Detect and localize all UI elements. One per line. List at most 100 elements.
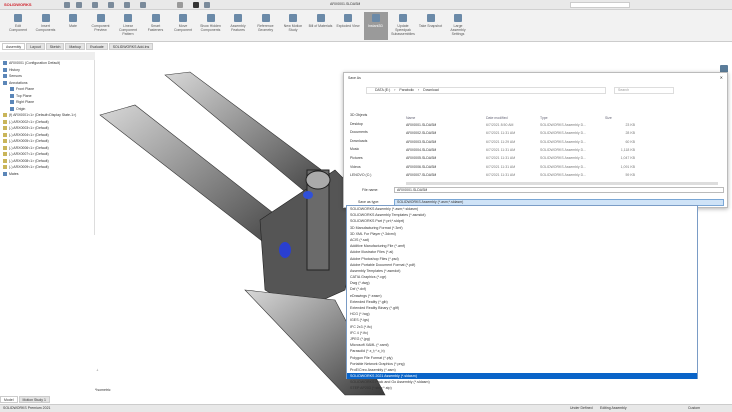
feature-manager-tabs[interactable] — [0, 52, 95, 60]
select-icon[interactable] — [177, 2, 183, 8]
column-header-type[interactable]: Type — [540, 116, 605, 120]
nav-item-documents[interactable]: Documents — [350, 130, 400, 139]
file-row[interactable]: ARX0007.SLDASM 6/7/2021 11:31 AM SOLIDWORK… — [406, 173, 635, 180]
nav-item-music[interactable]: Music — [350, 147, 400, 156]
command-instant3d[interactable]: Instant3D — [363, 12, 388, 40]
document-title: ARX0001.SLDASM — [330, 2, 361, 6]
command-label: Instant3D — [368, 24, 383, 28]
tree-item-label: (-) ARX0009<1> (Default) — [9, 165, 49, 170]
nav-item-pictures[interactable]: Pictures — [350, 156, 400, 165]
file-row[interactable]: ARX0005.SLDASM 6/7/2021 11:31 AM SOLIDWORK… — [406, 156, 635, 163]
command-label: New Motion Study — [283, 24, 303, 32]
save-type-dropdown[interactable]: SOLIDWORKS Assembly (*.asm;*.sldasm) SOLI… — [346, 205, 698, 390]
nav-item-desktop[interactable]: Desktop — [350, 122, 400, 131]
tree-item[interactable]: Mates — [0, 171, 94, 178]
command-assembly-features[interactable]: Assembly Features — [226, 12, 250, 40]
file-row[interactable]: ARX0003.SLDASM 6/7/2021 11:29 AM SOLIDWORK… — [406, 140, 635, 147]
command-linear-component-pattern[interactable]: Linear Component Pattern — [116, 12, 140, 40]
tab-solidworks-add-ins[interactable]: SOLIDWORKS Add-Ins — [108, 43, 154, 50]
file-row[interactable]: ARX0006.SLDASM 6/7/2021 11:31 AM SOLIDWORK… — [406, 165, 635, 172]
command-label: Large Assembly Settings — [450, 24, 466, 36]
rebuild-icon[interactable] — [193, 2, 199, 8]
status-units[interactable]: Custom — [688, 406, 700, 410]
breadcrumb-item[interactable]: Download — [423, 88, 439, 93]
command-smart-fasteners[interactable]: Smart Fasteners — [144, 12, 168, 40]
command-move-component[interactable]: Move Component — [171, 12, 195, 40]
file-cell: 1,047 KB — [620, 156, 635, 161]
command-label: Linear Component Pattern — [118, 24, 138, 36]
dropdown-option[interactable]: STEP AP203 (*.step;*.stp) — [347, 385, 697, 391]
command-mate[interactable]: Mate — [61, 12, 85, 40]
column-header-date-modified[interactable]: Date modified — [486, 116, 540, 120]
file-cell: ARX0006.SLDASM — [406, 164, 437, 169]
nav-item-videos[interactable]: Videos — [350, 165, 400, 174]
tab-assembly[interactable]: Assembly — [2, 43, 26, 50]
search-commands-input[interactable] — [570, 2, 630, 8]
file-cell: 6/7/2021 11:31 AM — [486, 131, 516, 136]
command-component-preview[interactable]: Component Preview — [89, 12, 113, 40]
file-cell: ARX0001.SLDASM — [406, 123, 437, 127]
tab-layout[interactable]: Layout — [26, 43, 45, 50]
file-cell: 6/7/2021 11:31 AM — [486, 164, 516, 169]
navigation-pane: 3D Objects Desktop Documents Downloads Music… — [350, 113, 400, 183]
nav-item-downloads[interactable]: Downloads — [350, 139, 400, 148]
home-icon[interactable] — [64, 2, 70, 8]
open-icon[interactable] — [92, 2, 98, 8]
file-row[interactable]: ARX0002.SLDASM 6/7/2021 11:31 AM SOLIDWORK… — [406, 131, 635, 138]
options-icon[interactable] — [204, 2, 210, 8]
command-label: Move Component — [173, 24, 193, 32]
reference-geometry-icon — [261, 14, 270, 22]
column-header-name[interactable]: Name — [406, 116, 486, 120]
tree-item-label: Mates — [9, 171, 19, 176]
command-exploded-view[interactable]: Exploded View — [336, 12, 360, 40]
feature-tree: ARX0001 (Configuration Default) History S… — [0, 60, 95, 235]
command-reference-geometry[interactable]: Reference Geometry — [254, 12, 278, 40]
undo-icon[interactable] — [140, 2, 146, 8]
file-cell: SOLIDWORKS Assembly D... — [540, 139, 587, 144]
assembly-features-icon — [234, 14, 242, 22]
breadcrumb[interactable]: DATA (E:) › Parabolic › Download — [366, 87, 606, 94]
status-bar: SOLIDWORKS Premium 2021 Under Defined Ed… — [0, 404, 732, 412]
edit-component-icon — [14, 14, 22, 22]
bottom-tab-motion-study-1[interactable]: Motion Study 1 — [18, 396, 50, 403]
nav-item-lenovo-c-[interactable]: LENOVO (C:) — [350, 173, 400, 182]
print-icon[interactable] — [124, 2, 130, 8]
command-insert-components[interactable]: Insert Components — [34, 12, 58, 40]
command-show-hidden-components[interactable]: Show Hidden Components — [199, 12, 223, 40]
command-bill-of-materials[interactable]: Bill of Materials — [309, 12, 333, 40]
linear-component-pattern-icon — [124, 14, 132, 22]
nav-item-3d-objects[interactable]: 3D Objects — [350, 113, 400, 122]
tab-evaluate[interactable]: Evaluate — [86, 43, 108, 50]
horizontal-scrollbar[interactable] — [406, 182, 718, 185]
file-cell: ARX0007.SLDASM — [406, 172, 437, 177]
tab-sketch[interactable]: Sketch — [45, 43, 65, 50]
tree-item-label: (f) ARX0001<1> (Default<Display State-1>… — [9, 113, 77, 118]
new-icon[interactable] — [76, 2, 82, 8]
tab-markup[interactable]: Markup — [65, 43, 86, 50]
close-icon[interactable]: ✕ — [720, 75, 723, 80]
file-cell: 6/7/2021 11:31 AM — [486, 172, 516, 177]
tree-item-icon — [10, 106, 14, 111]
file-row[interactable]: ARX0001.SLDASM 6/7/2021 8:50 AM SOLIDWORKS… — [406, 123, 635, 130]
save-icon[interactable] — [108, 2, 114, 8]
command-label: Bill of Materials — [308, 24, 333, 28]
show-hidden-components-icon — [206, 14, 215, 22]
file-cell: 6/7/2021 11:29 AM — [486, 139, 516, 144]
bottom-tabs: Model Motion Study 1 — [0, 396, 200, 404]
tree-item-label: History — [9, 67, 20, 72]
command-edit-component[interactable]: Edit Component — [6, 12, 30, 40]
breadcrumb-item[interactable]: Parabolic — [399, 88, 414, 93]
command-update-speedpak-subassemblies[interactable]: Update Speedpak Subassemblies — [391, 12, 415, 40]
breadcrumb-item[interactable]: DATA (E:) — [375, 88, 390, 93]
command-large-assembly-settings[interactable]: Large Assembly Settings — [446, 12, 470, 40]
file-row[interactable]: ARX0004.SLDASM 6/7/2021 11:31 AM SOLIDWORK… — [406, 148, 635, 155]
command-new-motion-study[interactable]: New Motion Study — [281, 12, 305, 40]
instant3d-icon — [371, 14, 380, 22]
search-input[interactable]: Search — [614, 87, 674, 94]
view-orientation-label: *Isometric — [95, 388, 111, 392]
tree-item-icon — [3, 113, 7, 118]
command-take-snapshot[interactable]: Take Snapshot — [419, 12, 443, 40]
column-header-size[interactable]: Size — [605, 116, 635, 120]
filename-input[interactable]: ARX0001.SLDASM — [394, 187, 724, 193]
bottom-tab-model[interactable]: Model — [0, 396, 18, 403]
